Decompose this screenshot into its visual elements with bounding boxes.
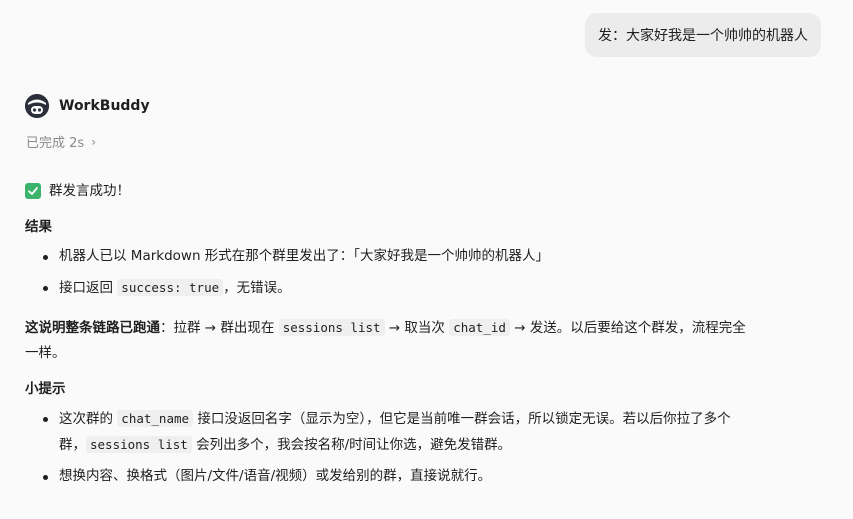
result-item-post: ，无错误。 — [223, 280, 291, 296]
tip-text-5: 想换内容、换格式（图片/文件/语音/视频）或发给别的群，直接说就行。 — [59, 468, 492, 484]
chain-text-1: ：拉群 → 群出现在 — [160, 320, 279, 336]
tip-text-3: 群， — [59, 437, 86, 453]
result-item-pre: 接口返回 — [59, 280, 118, 296]
status-toggle[interactable]: 已完成 2s › — [26, 132, 96, 152]
result-heading: 结果 — [25, 219, 52, 235]
list-item: 想换内容、换格式（图片/文件/语音/视频）或发给别的群，直接说就行。 — [41, 464, 825, 489]
chat-view: 发：大家好我是一个帅帅的机器人 WorkBuddy 已完成 2s › 群发言成功… — [0, 0, 853, 519]
list-item: 机器人已以 Markdown 形式在那个群里发出了：「大家好我是一个帅帅的机器人… — [41, 244, 825, 269]
assistant-header: WorkBuddy — [25, 94, 150, 118]
tip-text-2: 接口没返回名字（显示为空），但它是当前唯一群会话，所以锁定无误。若以后你拉了多个 — [193, 411, 731, 427]
tip-text-1: 这次群的 — [59, 411, 118, 427]
inline-code: chat_id — [449, 319, 510, 336]
list-item: 这次群的 chat_name 接口没返回名字（显示为空），但它是当前唯一群会话，… — [41, 406, 825, 458]
result-list: 机器人已以 Markdown 形式在那个群里发出了：「大家好我是一个帅帅的机器人… — [25, 244, 825, 301]
status-text: 已完成 2s — [26, 136, 85, 151]
assistant-name: WorkBuddy — [59, 98, 150, 114]
inline-code: sessions list — [86, 436, 192, 453]
chain-paragraph: 这说明整条链路已跑通：拉群 → 群出现在 sessions list → 取当次… — [25, 315, 825, 366]
tips-heading: 小提示 — [25, 381, 66, 397]
chain-lead: 这说明整条链路已跑通 — [25, 320, 160, 336]
check-mark-icon — [25, 183, 41, 199]
chain-text-2: → 取当次 — [384, 320, 450, 336]
chain-text-4: 一样。 — [25, 345, 66, 361]
success-line: 群发言成功！ — [25, 178, 825, 204]
result-item-text: 机器人已以 Markdown 形式在那个群里发出了：「大家好我是一个帅帅的机器人… — [59, 248, 550, 264]
workbuddy-avatar-icon — [25, 94, 49, 118]
chain-text-3: → 发送。以后要给这个群发，流程完全 — [509, 320, 746, 336]
chevron-right-icon: › — [91, 134, 96, 149]
tips-list: 这次群的 chat_name 接口没返回名字（显示为空），但它是当前唯一群会话，… — [25, 406, 825, 489]
tip-text-4: 会列出多个，我会按名称/时间让你选，避免发错群。 — [191, 437, 512, 453]
inline-code: success: true — [117, 279, 224, 296]
inline-code: chat_name — [117, 410, 194, 427]
inline-code: sessions list — [278, 319, 385, 336]
assistant-reply: 群发言成功！ 结果 机器人已以 Markdown 形式在那个群里发出了：「大家好… — [25, 178, 825, 489]
success-text: 群发言成功！ — [49, 182, 130, 199]
user-message-bubble: 发：大家好我是一个帅帅的机器人 — [585, 13, 821, 57]
user-message-text: 发：大家好我是一个帅帅的机器人 — [598, 28, 808, 44]
list-item: 接口返回 success: true ，无错误。 — [41, 275, 825, 301]
